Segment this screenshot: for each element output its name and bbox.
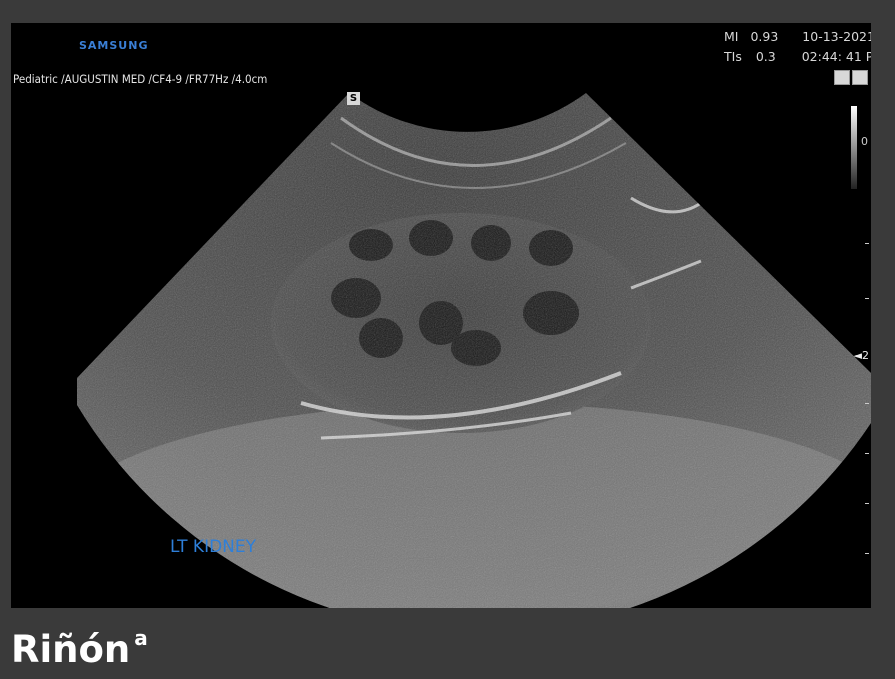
depth-tick xyxy=(865,243,869,244)
ultrasound-image xyxy=(77,93,871,608)
focus-marker: ◄2 xyxy=(853,349,869,362)
orientation-marker: S xyxy=(347,92,360,105)
caption-superscript: a xyxy=(134,625,148,650)
figure-caption: Riñón a xyxy=(11,625,148,671)
depth-tick xyxy=(865,403,869,404)
grayscale-label: 0 xyxy=(861,135,868,148)
grayscale-bar xyxy=(851,106,857,189)
depth-tick xyxy=(865,298,869,299)
depth-tick xyxy=(865,503,869,504)
scan-sector xyxy=(77,93,871,608)
depth-tick xyxy=(865,453,869,454)
ultrasound-panel: SAMSUNG MI 0.93 10-13-2021 TIs 0.3 02:44… xyxy=(11,23,871,608)
depth-tick xyxy=(865,553,869,554)
caption-text: Riñón xyxy=(11,628,131,671)
kidney-annotation: LT KIDNEY xyxy=(170,537,257,557)
